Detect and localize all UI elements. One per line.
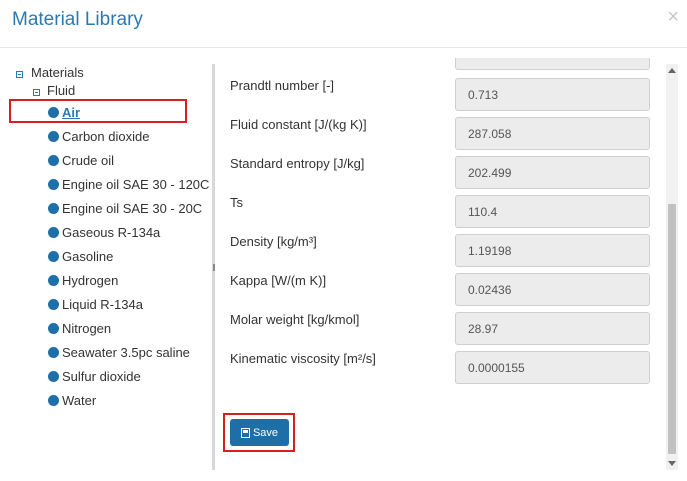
material-dot-icon <box>48 250 59 262</box>
property-value-input[interactable]: 110.4 <box>455 195 650 228</box>
tree-item[interactable]: Carbon dioxide <box>48 127 149 145</box>
property-value-input[interactable]: 0.713 <box>455 78 650 111</box>
tree-item[interactable]: Crude oil <box>48 151 114 169</box>
property-label: Molar weight [kg/kmol] <box>230 312 360 327</box>
tree-item-label: Sulfur dioxide <box>62 368 141 384</box>
tree-item[interactable]: Liquid R-134a <box>48 295 143 313</box>
property-label: Kinematic viscosity [m²/s] <box>230 351 376 366</box>
material-dot-icon <box>48 274 59 286</box>
tree-root-label[interactable]: Materials <box>31 65 84 80</box>
property-label: Ts <box>230 195 243 210</box>
tree-item-label: Engine oil SAE 30 - 120C <box>62 176 210 192</box>
divider-grip-icon[interactable] <box>213 264 215 271</box>
collapse-fluid-icon[interactable] <box>33 89 40 96</box>
tree-item[interactable]: Hydrogen <box>48 271 118 289</box>
tree-item-label: Engine oil SAE 30 - 20C <box>62 200 203 216</box>
close-icon[interactable]: × <box>667 6 679 29</box>
property-value-input[interactable]: 0.0000155 <box>455 351 650 384</box>
scroll-down-icon[interactable] <box>668 461 676 466</box>
tree-item[interactable]: Water <box>48 391 96 409</box>
tree-item[interactable]: Sulfur dioxide <box>48 367 141 385</box>
property-label: Kappa [W/(m K)] <box>230 273 327 288</box>
tree-item-label: Liquid R-134a <box>62 296 143 312</box>
property-label: Prandtl number [-] <box>230 78 335 93</box>
material-dot-icon <box>48 178 59 190</box>
material-dot-icon <box>48 202 59 214</box>
scroll-thumb[interactable] <box>668 204 676 454</box>
dialog-header: Material Library × <box>0 0 687 48</box>
tree-item-label: Water <box>62 392 97 408</box>
material-dot-icon <box>48 394 59 406</box>
collapse-materials-icon[interactable] <box>16 71 23 78</box>
tree-item[interactable]: Engine oil SAE 30 - 120C <box>48 175 209 193</box>
property-input-partial[interactable] <box>455 58 650 70</box>
material-dot-icon <box>48 346 59 358</box>
dialog-title: Material Library <box>12 9 143 30</box>
tree-item[interactable]: Seawater 3.5pc saline <box>48 343 190 361</box>
material-dot-icon <box>48 226 59 238</box>
tree-item-label: Carbon dioxide <box>62 128 150 144</box>
tree-item-label: Hydrogen <box>62 272 119 288</box>
property-label: Standard entropy [J/kg] <box>230 156 365 171</box>
selection-highlight <box>9 99 187 123</box>
property-value-input[interactable]: 202.499 <box>455 156 650 189</box>
tree-item-label: Nitrogen <box>62 320 112 336</box>
property-value-input[interactable]: 0.02436 <box>455 273 650 306</box>
tree-item[interactable]: Nitrogen <box>48 319 111 337</box>
material-dot-icon <box>48 154 59 166</box>
scrollbar[interactable] <box>666 64 678 470</box>
tree-item-label: Seawater 3.5pc saline <box>62 344 190 360</box>
material-dot-icon <box>48 130 59 142</box>
tree-item[interactable]: Gasoline <box>48 247 113 265</box>
tree-item-label: Gasoline <box>62 248 114 264</box>
tree-item-label: Gaseous R-134a <box>62 224 161 240</box>
material-dot-icon <box>48 370 59 382</box>
tree-group-label[interactable]: Fluid <box>47 83 75 98</box>
tree-item[interactable]: Engine oil SAE 30 - 20C <box>48 199 202 217</box>
material-dot-icon <box>48 298 59 310</box>
save-highlight <box>223 413 295 452</box>
property-label: Density [kg/m³] <box>230 234 317 249</box>
tree-item[interactable]: Gaseous R-134a <box>48 223 160 241</box>
property-value-input[interactable]: 1.19198 <box>455 234 650 267</box>
property-value-input[interactable]: 28.97 <box>455 312 650 345</box>
scroll-up-icon[interactable] <box>668 68 676 73</box>
tree-item-label: Crude oil <box>62 152 115 168</box>
property-value-input[interactable]: 287.058 <box>455 117 650 150</box>
property-label: Fluid constant [J/(kg K)] <box>230 117 367 132</box>
material-dot-icon <box>48 322 59 334</box>
